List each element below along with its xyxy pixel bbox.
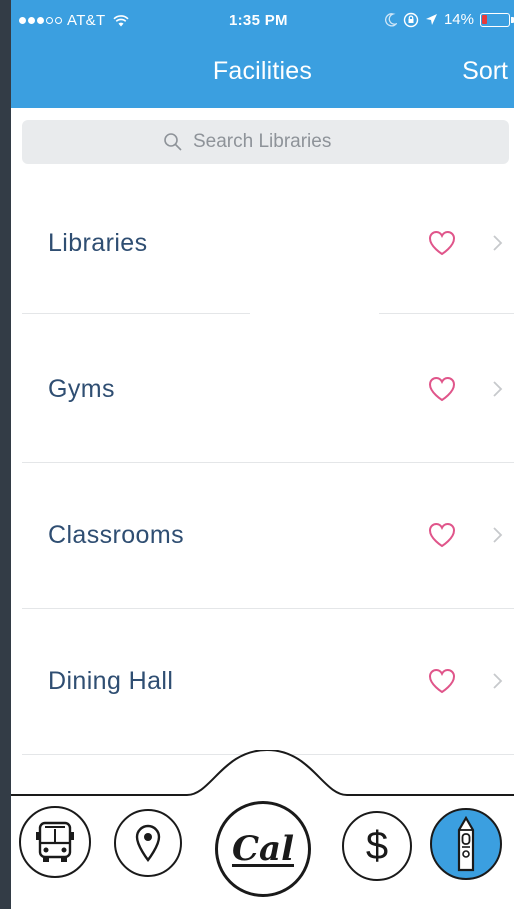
list-item-label: Dining Hall — [48, 666, 174, 695]
list-item-label: Gyms — [48, 374, 115, 403]
signal-icon — [19, 17, 62, 24]
list-item-gyms[interactable]: Gyms — [11, 316, 514, 462]
status-left: AT&T — [19, 12, 129, 29]
carrier-label: AT&T — [67, 12, 106, 29]
battery-percent: 14% — [443, 11, 474, 28]
chevron-right-icon — [493, 527, 503, 543]
list-item-libraries[interactable]: Libraries — [11, 170, 514, 316]
heart-icon[interactable] — [427, 667, 457, 695]
header: AT&T 1:35 PM 14% Facilities Sort — [11, 0, 514, 108]
tab-dining-dollars[interactable]: $ — [342, 811, 412, 881]
cal-logo: Cal — [231, 829, 294, 869]
list-item-dining-hall[interactable]: Dining Hall — [11, 608, 514, 754]
battery-icon — [480, 12, 514, 27]
heart-icon[interactable] — [427, 521, 457, 549]
chevron-right-icon — [493, 235, 503, 251]
map-pin-icon — [135, 824, 161, 862]
status-time: 1:35 PM — [229, 12, 288, 29]
tab-bus[interactable] — [19, 806, 91, 878]
tab-cal-home[interactable]: Cal — [215, 801, 311, 897]
heart-icon[interactable] — [427, 375, 457, 403]
chevron-right-icon — [493, 673, 503, 689]
search-bar[interactable] — [22, 120, 509, 164]
phone-screen: AT&T 1:35 PM 14% Facilities Sort Search … — [11, 0, 514, 909]
location-arrow-icon — [425, 14, 437, 25]
bus-icon — [36, 821, 74, 862]
page-title: Facilities — [212, 57, 313, 85]
sort-button[interactable]: Sort — [462, 57, 508, 86]
tab-bar: Cal $ — [11, 750, 514, 909]
search-icon — [164, 133, 182, 151]
status-right: 14% — [385, 11, 514, 28]
campanile-icon — [457, 816, 475, 872]
status-bar: AT&T 1:35 PM 14% — [11, 0, 514, 40]
list-item-label: Libraries — [48, 228, 148, 257]
tab-map[interactable] — [114, 809, 182, 877]
list-item-classrooms[interactable]: Classrooms — [11, 462, 514, 608]
divider — [22, 313, 250, 314]
dollar-icon: $ — [365, 824, 389, 868]
chevron-right-icon — [493, 381, 503, 397]
tab-facilities[interactable] — [430, 808, 502, 880]
rotation-lock-icon — [403, 12, 419, 27]
divider — [379, 313, 514, 314]
heart-icon[interactable] — [427, 229, 457, 257]
wifi-icon — [113, 14, 129, 26]
list-item-label: Classrooms — [48, 520, 184, 549]
search-input[interactable] — [193, 131, 368, 153]
moon-icon — [385, 12, 397, 26]
